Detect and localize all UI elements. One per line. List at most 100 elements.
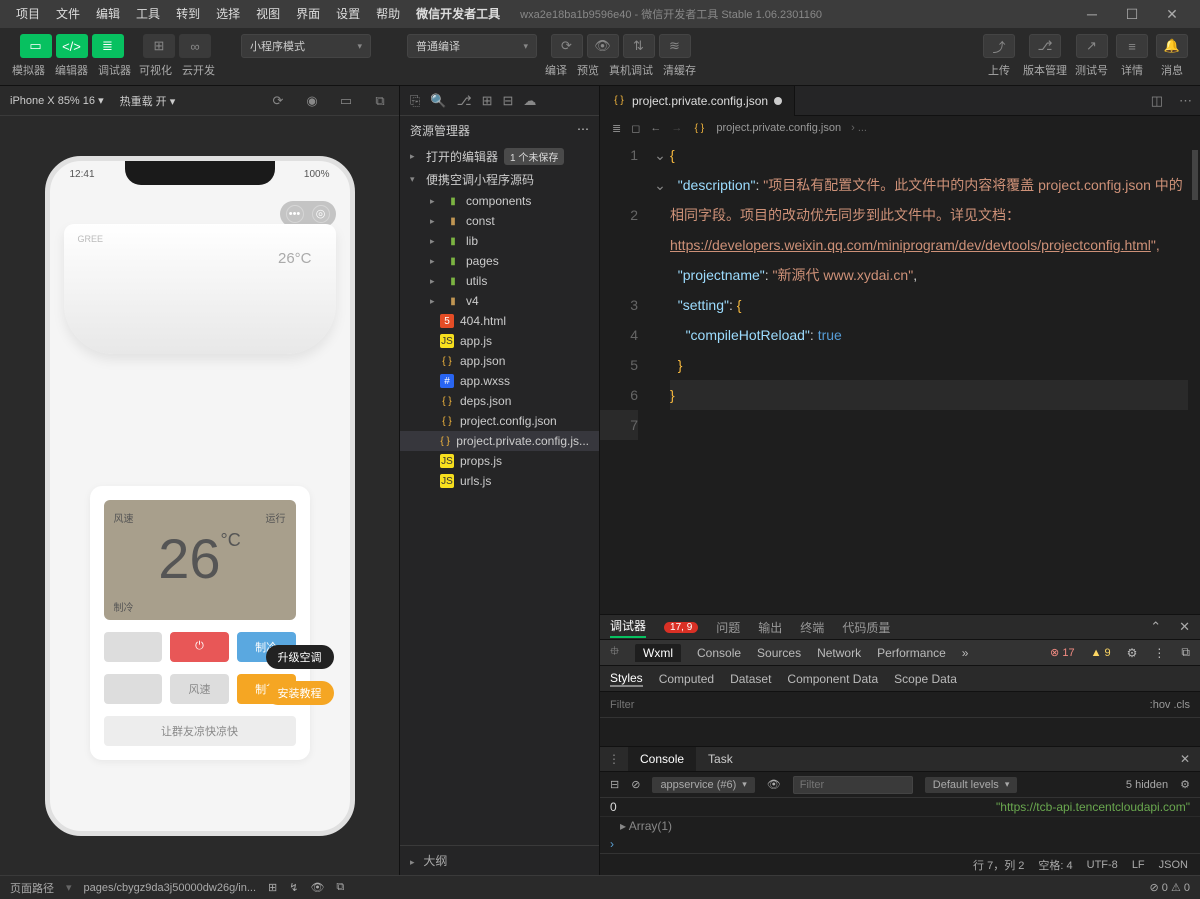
file-props-js[interactable]: JSprops.js [400, 451, 599, 471]
real-device-button[interactable]: ⇅ [623, 34, 655, 58]
menu-ui[interactable]: 界面 [288, 0, 328, 28]
cloud-dev-button[interactable]: ∞ [179, 34, 211, 58]
folder-const[interactable]: ▸▮const [400, 211, 599, 231]
compile-dropdown[interactable]: 普通编译▾ [407, 34, 537, 58]
visual-button[interactable]: ⊞ [143, 34, 175, 58]
menu-help[interactable]: 帮助 [368, 0, 408, 28]
console-eye-icon[interactable]: 👁 [767, 778, 781, 791]
cursor-position[interactable]: 行 7，列 2 [973, 857, 1024, 873]
capsule-more-icon[interactable]: ••• [286, 205, 304, 223]
devtools-close-icon[interactable]: ✕ [1179, 619, 1190, 635]
chrometab-wxml[interactable]: Wxml [635, 644, 681, 662]
editor-tab[interactable]: { }project.private.config.json [600, 86, 795, 116]
chrometab-console[interactable]: Console [697, 646, 741, 660]
console-more-icon[interactable]: ⋮ [600, 752, 628, 766]
problems-summary[interactable]: ⊘ 0 ⚠ 0 [1150, 881, 1190, 894]
devtools-up-icon[interactable]: ⌃ [1150, 619, 1161, 635]
warn-indicator[interactable]: ▲ 9 [1091, 647, 1111, 659]
eol[interactable]: LF [1132, 859, 1145, 871]
language-mode[interactable]: JSON [1159, 859, 1188, 871]
git-icon[interactable]: ⎇ [457, 93, 472, 109]
bc-forward-icon[interactable]: → [671, 122, 682, 134]
cls-toggle[interactable]: :hov .cls [1150, 699, 1190, 711]
console-context-select[interactable]: appservice (#6) ▾ [652, 777, 754, 793]
menu-file[interactable]: 文件 [48, 0, 88, 28]
file-app-js[interactable]: JSapp.js [400, 331, 599, 351]
close-button[interactable]: ✕ [1152, 0, 1192, 28]
refresh-icon[interactable]: ⟳ [269, 93, 287, 109]
breadcrumb-path[interactable]: project.private.config.json [716, 122, 841, 134]
version-button[interactable]: ⎇ [1029, 34, 1061, 58]
mode-dropdown[interactable]: 小程序模式▾ [241, 34, 371, 58]
menu-project[interactable]: 项目 [8, 0, 48, 28]
styles-filter-input[interactable] [610, 699, 1150, 711]
console-output[interactable]: 0"https://tcb-api.tencentcloudapi.com" ▸… [600, 798, 1200, 853]
explorer-more-icon[interactable]: ⋯ [577, 122, 589, 139]
stylestab-dataset[interactable]: Dataset [730, 672, 771, 686]
chrometab-sources[interactable]: Sources [757, 646, 801, 660]
console-row-1[interactable]: ▸ Array(1) [600, 817, 1200, 835]
folder-pages[interactable]: ▸▮pages [400, 251, 599, 271]
testacc-button[interactable]: ↗ [1076, 34, 1108, 58]
remote-share-button[interactable]: 让群友凉快凉快 [104, 716, 296, 746]
inspect-icon[interactable]: ⯐ [610, 642, 619, 663]
bc-back-icon[interactable]: ← [650, 122, 661, 134]
status-icon-3[interactable]: 👁 [310, 881, 324, 894]
menu-setting[interactable]: 设置 [328, 0, 368, 28]
file-app-json[interactable]: { }app.json [400, 351, 599, 371]
bc-menu-icon[interactable]: ≣ [612, 122, 621, 135]
editor-button[interactable]: </> [56, 34, 88, 58]
console-hidden-count[interactable]: 5 hidden [1126, 779, 1168, 791]
file-project-config[interactable]: { }project.config.json [400, 411, 599, 431]
file-project-private-config[interactable]: { }project.private.config.js... [400, 431, 599, 451]
status-icon-4[interactable]: ⧉ [336, 881, 344, 894]
chrome-more-icon[interactable]: ⋮ [1153, 646, 1165, 660]
remote-wind-button[interactable]: 风速 [170, 674, 229, 704]
menu-edit[interactable]: 编辑 [88, 0, 128, 28]
hotreload-toggle[interactable]: 热重载 开 ▾ [120, 93, 176, 109]
preview-button[interactable]: 👁 [587, 34, 619, 58]
popout-icon[interactable]: ⧉ [371, 93, 389, 109]
minimize-button[interactable]: ─ [1072, 0, 1112, 28]
chrometab-more-icon[interactable]: » [962, 646, 969, 660]
maximize-button[interactable]: ☐ [1112, 0, 1152, 28]
upload-button[interactable]: ⤴ [983, 34, 1015, 58]
remote-blank-button[interactable] [104, 632, 163, 662]
menu-select[interactable]: 选择 [208, 0, 248, 28]
detail-button[interactable]: ≡ [1116, 34, 1148, 58]
devtab-debugger[interactable]: 调试器 [610, 617, 646, 638]
folder-utils[interactable]: ▸▮utils [400, 271, 599, 291]
menu-wechat-devtools[interactable]: 微信开发者工具 [408, 0, 508, 28]
devtab-output[interactable]: 输出 [758, 619, 782, 636]
record-icon[interactable]: ◉ [303, 93, 321, 109]
remote-power-button[interactable]: ⏻ [170, 632, 229, 662]
explorer-icon[interactable]: ⎘ [410, 93, 420, 109]
clear-cache-button[interactable]: ≋ [659, 34, 691, 58]
json-doc-url[interactable]: https://developers.weixin.qq.com/minipro… [670, 237, 1151, 253]
phone-preview[interactable]: 12:41100% •••◎ GREE 26°C 风速运行 26°C 制冷 ⏻ [45, 156, 355, 836]
ext2-icon[interactable]: ⊟ [502, 93, 513, 109]
split-editor-icon[interactable]: ◫ [1143, 93, 1171, 109]
stylestab-scopedata[interactable]: Scope Data [894, 672, 957, 686]
outline-section[interactable]: ▸ 大纲 [400, 845, 599, 875]
chrometab-network[interactable]: Network [817, 646, 861, 660]
compile-button[interactable]: ⟳ [551, 34, 583, 58]
screenshot-icon[interactable]: ▭ [337, 93, 355, 109]
search-icon[interactable]: 🔍 [430, 93, 446, 109]
console-sidebar-icon[interactable]: ⊟ [610, 778, 619, 791]
file-urls-js[interactable]: JSurls.js [400, 471, 599, 491]
code-editor[interactable]: 1 2 34567 ⌄⌄ { "description": "项目私有配置文件。… [600, 140, 1200, 614]
menu-tool[interactable]: 工具 [128, 0, 168, 28]
stylestab-styles[interactable]: Styles [610, 671, 643, 687]
console-clear-icon[interactable]: ⊘ [631, 778, 640, 791]
console-prompt[interactable]: › [600, 835, 1200, 853]
upgrade-pill[interactable]: 升级空调 [266, 645, 334, 669]
device-selector[interactable]: iPhone X 85% 16 ▾ [10, 94, 104, 107]
file-404-html[interactable]: 5404.html [400, 311, 599, 331]
open-editors-section[interactable]: ▸打开的编辑器1 个未保存 [400, 145, 599, 168]
devtab-codequality[interactable]: 代码质量 [842, 619, 890, 636]
consoletab-console[interactable]: Console [628, 747, 696, 771]
devtab-terminal[interactable]: 终端 [800, 619, 824, 636]
devtab-problems[interactable]: 问题 [716, 619, 740, 636]
minimap[interactable] [1188, 140, 1200, 614]
